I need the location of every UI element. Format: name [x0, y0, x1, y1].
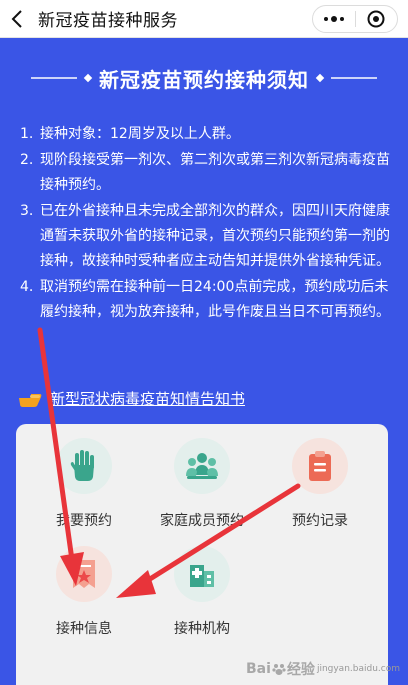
notice-list: 1. 接种对象：12周岁及以上人群。 2. 现阶段接受第一剂次、第二剂次或第三剂…	[20, 122, 392, 326]
top-bar: 新冠疫苗接种服务	[0, 0, 408, 38]
diamond-icon	[83, 73, 93, 83]
notice-item-number: 3.	[20, 203, 34, 219]
close-button[interactable]	[356, 6, 398, 32]
watermark-sub: jingyan.baidu.com	[316, 664, 400, 674]
consent-form-link[interactable]: 新型冠状病毒疫苗知情告知书	[18, 388, 245, 409]
divider-line	[331, 77, 377, 79]
diamond-icon	[315, 73, 325, 83]
notice-item-number: 1.	[20, 126, 34, 142]
menu-item-label: 接种信息	[56, 621, 112, 637]
watermark-suffix: 经验	[286, 662, 315, 678]
more-dots-icon	[323, 16, 344, 22]
notice-title: 新冠疫苗预约接种须知	[99, 67, 309, 92]
menu-icon-bg	[174, 546, 230, 602]
mini-program-capsule	[312, 5, 398, 33]
clipboard-icon	[309, 451, 331, 481]
notice-item-text: 接种对象：12周岁及以上人群。	[40, 126, 240, 142]
service-menu-panel: 我要预约 家庭成员预约 预约记录 接种信息 接种机构	[16, 424, 388, 685]
notice-item: 2. 现阶段接受第一剂次、第二剂次或第三剂次新冠病毒疫苗接种预约。	[20, 148, 392, 198]
family-icon	[186, 453, 218, 479]
menu-item-label: 预约记录	[292, 513, 348, 529]
chevron-left-icon	[11, 9, 22, 28]
certificate-icon	[73, 560, 95, 588]
menu-item-vaccination-info[interactable]: 接种信息	[26, 546, 142, 646]
notice-item: 4. 取消预约需在接种前一日24:00点前完成，预约成功后未履约接种，视为放弃接…	[20, 275, 392, 325]
menu-item-label: 家庭成员预约	[160, 513, 244, 529]
notice-item-text: 取消预约需在接种前一日24:00点前完成，预约成功后未履约接种，视为放弃接种，此…	[40, 279, 390, 320]
menu-icon-bg	[292, 438, 348, 494]
hand-icon	[70, 450, 94, 481]
menu-icon-bg	[56, 546, 112, 602]
back-button[interactable]	[0, 0, 34, 38]
notice-item: 1. 接种对象：12周岁及以上人群。	[20, 122, 392, 147]
consent-form-label: 新型冠状病毒疫苗知情告知书	[50, 390, 246, 408]
menu-item-label: 接种机构	[174, 621, 230, 637]
divider-line	[31, 77, 77, 79]
more-button[interactable]	[313, 6, 355, 32]
baidu-watermark: Bai 经验 jingyan.baidu.com	[246, 659, 400, 679]
paw-icon	[272, 664, 286, 675]
menu-item-book-appointment[interactable]: 我要预约	[26, 438, 142, 538]
notice-item-text: 现阶段接受第一剂次、第二剂次或第三剂次新冠病毒疫苗接种预约。	[40, 152, 390, 193]
menu-item-label: 我要预约	[56, 513, 112, 529]
pointing-hand-icon	[19, 393, 42, 407]
notice-item-text: 已在外省接种且未完成全部剂次的群众，因四川天府健康通暂未获取外省的接种记录，首次…	[40, 203, 390, 269]
page-title: 新冠疫苗接种服务	[38, 11, 178, 31]
hospital-icon	[190, 565, 214, 587]
menu-item-vaccination-sites[interactable]: 接种机构	[144, 546, 260, 646]
notice-item: 3. 已在外省接种且未完成全部剂次的群众，因四川天府健康通暂未获取外省的接种记录…	[20, 199, 392, 274]
menu-icon-bg	[56, 438, 112, 494]
target-close-icon	[367, 10, 385, 28]
menu-item-family-appointment[interactable]: 家庭成员预约	[144, 438, 260, 538]
menu-icon-bg	[174, 438, 230, 494]
notice-item-number: 2.	[20, 152, 34, 168]
menu-item-appointment-records[interactable]: 预约记录	[262, 438, 378, 538]
notice-header: 新冠疫苗预约接种须知	[0, 58, 408, 98]
watermark-brand: Bai	[246, 661, 271, 677]
notice-item-number: 4.	[20, 279, 34, 295]
